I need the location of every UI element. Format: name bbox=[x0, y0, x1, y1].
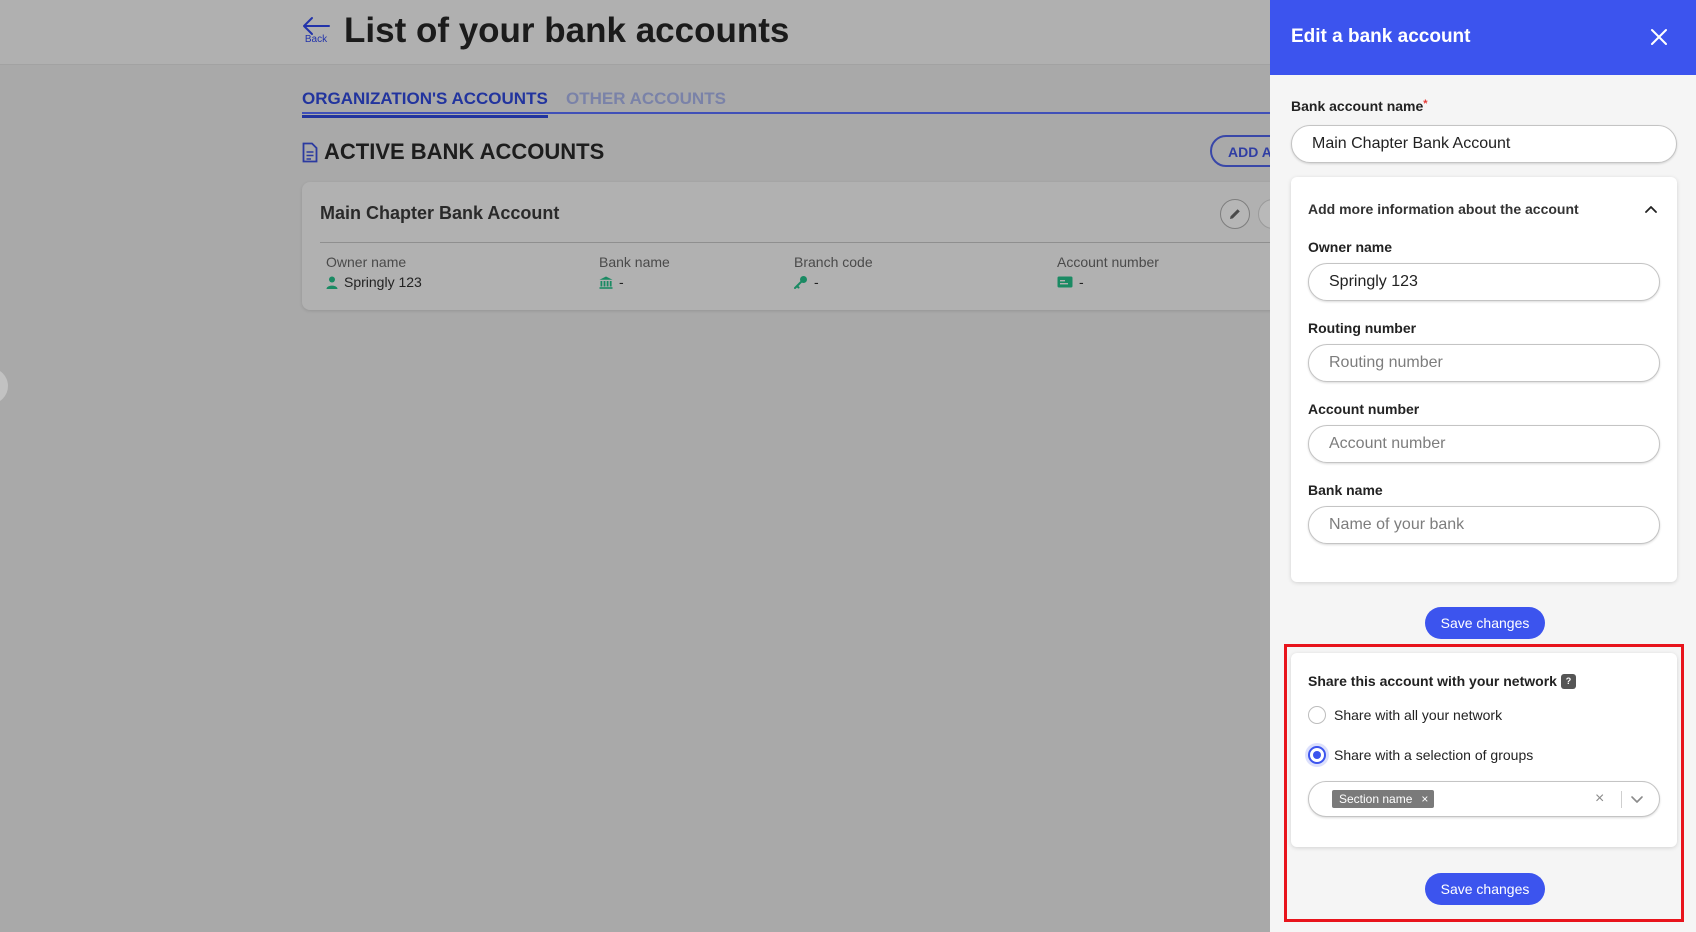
chevron-up-icon[interactable] bbox=[1643, 201, 1659, 217]
drawer-title: Edit a bank account bbox=[1291, 26, 1471, 47]
pencil-icon bbox=[1230, 209, 1240, 219]
chevron-down-icon[interactable] bbox=[1630, 792, 1644, 806]
bank-name-label: Bank name bbox=[1308, 482, 1383, 498]
share-network-panel: Share this account with your network ? S… bbox=[1291, 653, 1677, 847]
person-icon bbox=[326, 276, 338, 289]
share-title-text: Share this account with your network bbox=[1308, 673, 1557, 689]
help-icon[interactable]: ? bbox=[1560, 673, 1576, 689]
share-groups-option[interactable]: Share with a selection of groups bbox=[1308, 746, 1533, 764]
tab-other-accounts[interactable]: OTHER ACCOUNTS bbox=[566, 89, 726, 109]
share-all-radio[interactable] bbox=[1308, 706, 1326, 724]
owner-label: Owner name bbox=[326, 254, 407, 270]
more-info-heading[interactable]: Add more information about the account bbox=[1308, 201, 1579, 217]
bank-account-card: Main Chapter Bank Account Owner name Spr… bbox=[302, 182, 1292, 310]
edit-account-button[interactable] bbox=[1220, 199, 1250, 229]
card-divider bbox=[320, 242, 1292, 243]
back-button[interactable]: Back bbox=[300, 16, 332, 45]
arrow-left-icon bbox=[303, 17, 330, 35]
account-number-input[interactable] bbox=[1308, 425, 1660, 463]
key-icon bbox=[794, 276, 807, 289]
bank-icon bbox=[599, 276, 613, 289]
section-header: ACTIVE BANK ACCOUNTS bbox=[302, 137, 604, 167]
share-title: Share this account with your network ? bbox=[1308, 673, 1576, 689]
bank-label: Bank name bbox=[599, 254, 670, 270]
back-label: Back bbox=[304, 34, 328, 45]
owner-name-label: Owner name bbox=[1308, 239, 1393, 255]
account-name-label: Bank account name* bbox=[1291, 98, 1428, 114]
owner-name-input[interactable] bbox=[1308, 263, 1660, 301]
sidebar-toggle[interactable] bbox=[0, 368, 8, 404]
branch-value-text: - bbox=[814, 274, 819, 290]
card-icon bbox=[1057, 276, 1073, 288]
account-number-value: - bbox=[1057, 274, 1159, 290]
clear-selection-icon[interactable]: × bbox=[1595, 791, 1604, 807]
drawer-header: Edit a bank account bbox=[1270, 0, 1696, 75]
group-chip: Section name × bbox=[1332, 790, 1435, 808]
share-groups-radio[interactable] bbox=[1308, 746, 1326, 764]
owner-column: Owner name Springly 123 bbox=[326, 254, 422, 290]
required-mark: * bbox=[1423, 98, 1428, 110]
bank-column: Bank name - bbox=[599, 254, 670, 290]
account-number-label: Account number bbox=[1057, 254, 1159, 270]
chip-remove-icon[interactable]: × bbox=[1421, 792, 1428, 806]
branch-column: Branch code - bbox=[794, 254, 873, 290]
bank-value-text: - bbox=[619, 274, 624, 290]
branch-value: - bbox=[794, 274, 873, 290]
close-icon[interactable] bbox=[1648, 26, 1670, 48]
section-title: ACTIVE BANK ACCOUNTS bbox=[324, 139, 605, 164]
account-number-field-label: Account number bbox=[1308, 401, 1420, 417]
account-card-title: Main Chapter Bank Account bbox=[320, 203, 560, 223]
more-info-panel: Add more information about the account O… bbox=[1291, 177, 1677, 582]
top-bar: Back List of your bank accounts bbox=[0, 0, 1270, 65]
select-divider bbox=[1621, 791, 1622, 808]
routing-number-input[interactable] bbox=[1308, 344, 1660, 382]
save-sharing-button[interactable]: Save changes bbox=[1425, 873, 1545, 905]
document-icon bbox=[302, 142, 318, 162]
owner-value: Springly 123 bbox=[326, 274, 422, 290]
account-tabs: ORGANIZATION'S ACCOUNTS OTHER ACCOUNTS bbox=[302, 86, 1270, 118]
edit-bank-account-drawer: Edit a bank account Bank account name* A… bbox=[1270, 0, 1696, 932]
save-changes-button[interactable]: Save changes bbox=[1425, 607, 1545, 639]
account-name-input[interactable] bbox=[1291, 125, 1677, 163]
groups-select[interactable]: Section name × × bbox=[1308, 781, 1660, 817]
bank-name-input[interactable] bbox=[1308, 506, 1660, 544]
routing-number-label: Routing number bbox=[1308, 320, 1417, 336]
account-number-column: Account number - bbox=[1057, 254, 1159, 290]
account-name-label-text: Bank account name bbox=[1291, 98, 1424, 114]
branch-label: Branch code bbox=[794, 254, 873, 270]
group-chip-label: Section name bbox=[1339, 792, 1413, 806]
share-groups-label: Share with a selection of groups bbox=[1334, 747, 1534, 763]
page-title: List of your bank accounts bbox=[344, 11, 790, 50]
share-all-label: Share with all your network bbox=[1334, 707, 1503, 723]
tab-organization-accounts[interactable]: ORGANIZATION'S ACCOUNTS bbox=[302, 89, 548, 118]
bank-value: - bbox=[599, 274, 670, 290]
owner-value-text: Springly 123 bbox=[344, 274, 422, 290]
account-number-value-text: - bbox=[1079, 274, 1084, 290]
share-all-option[interactable]: Share with all your network bbox=[1308, 706, 1502, 724]
